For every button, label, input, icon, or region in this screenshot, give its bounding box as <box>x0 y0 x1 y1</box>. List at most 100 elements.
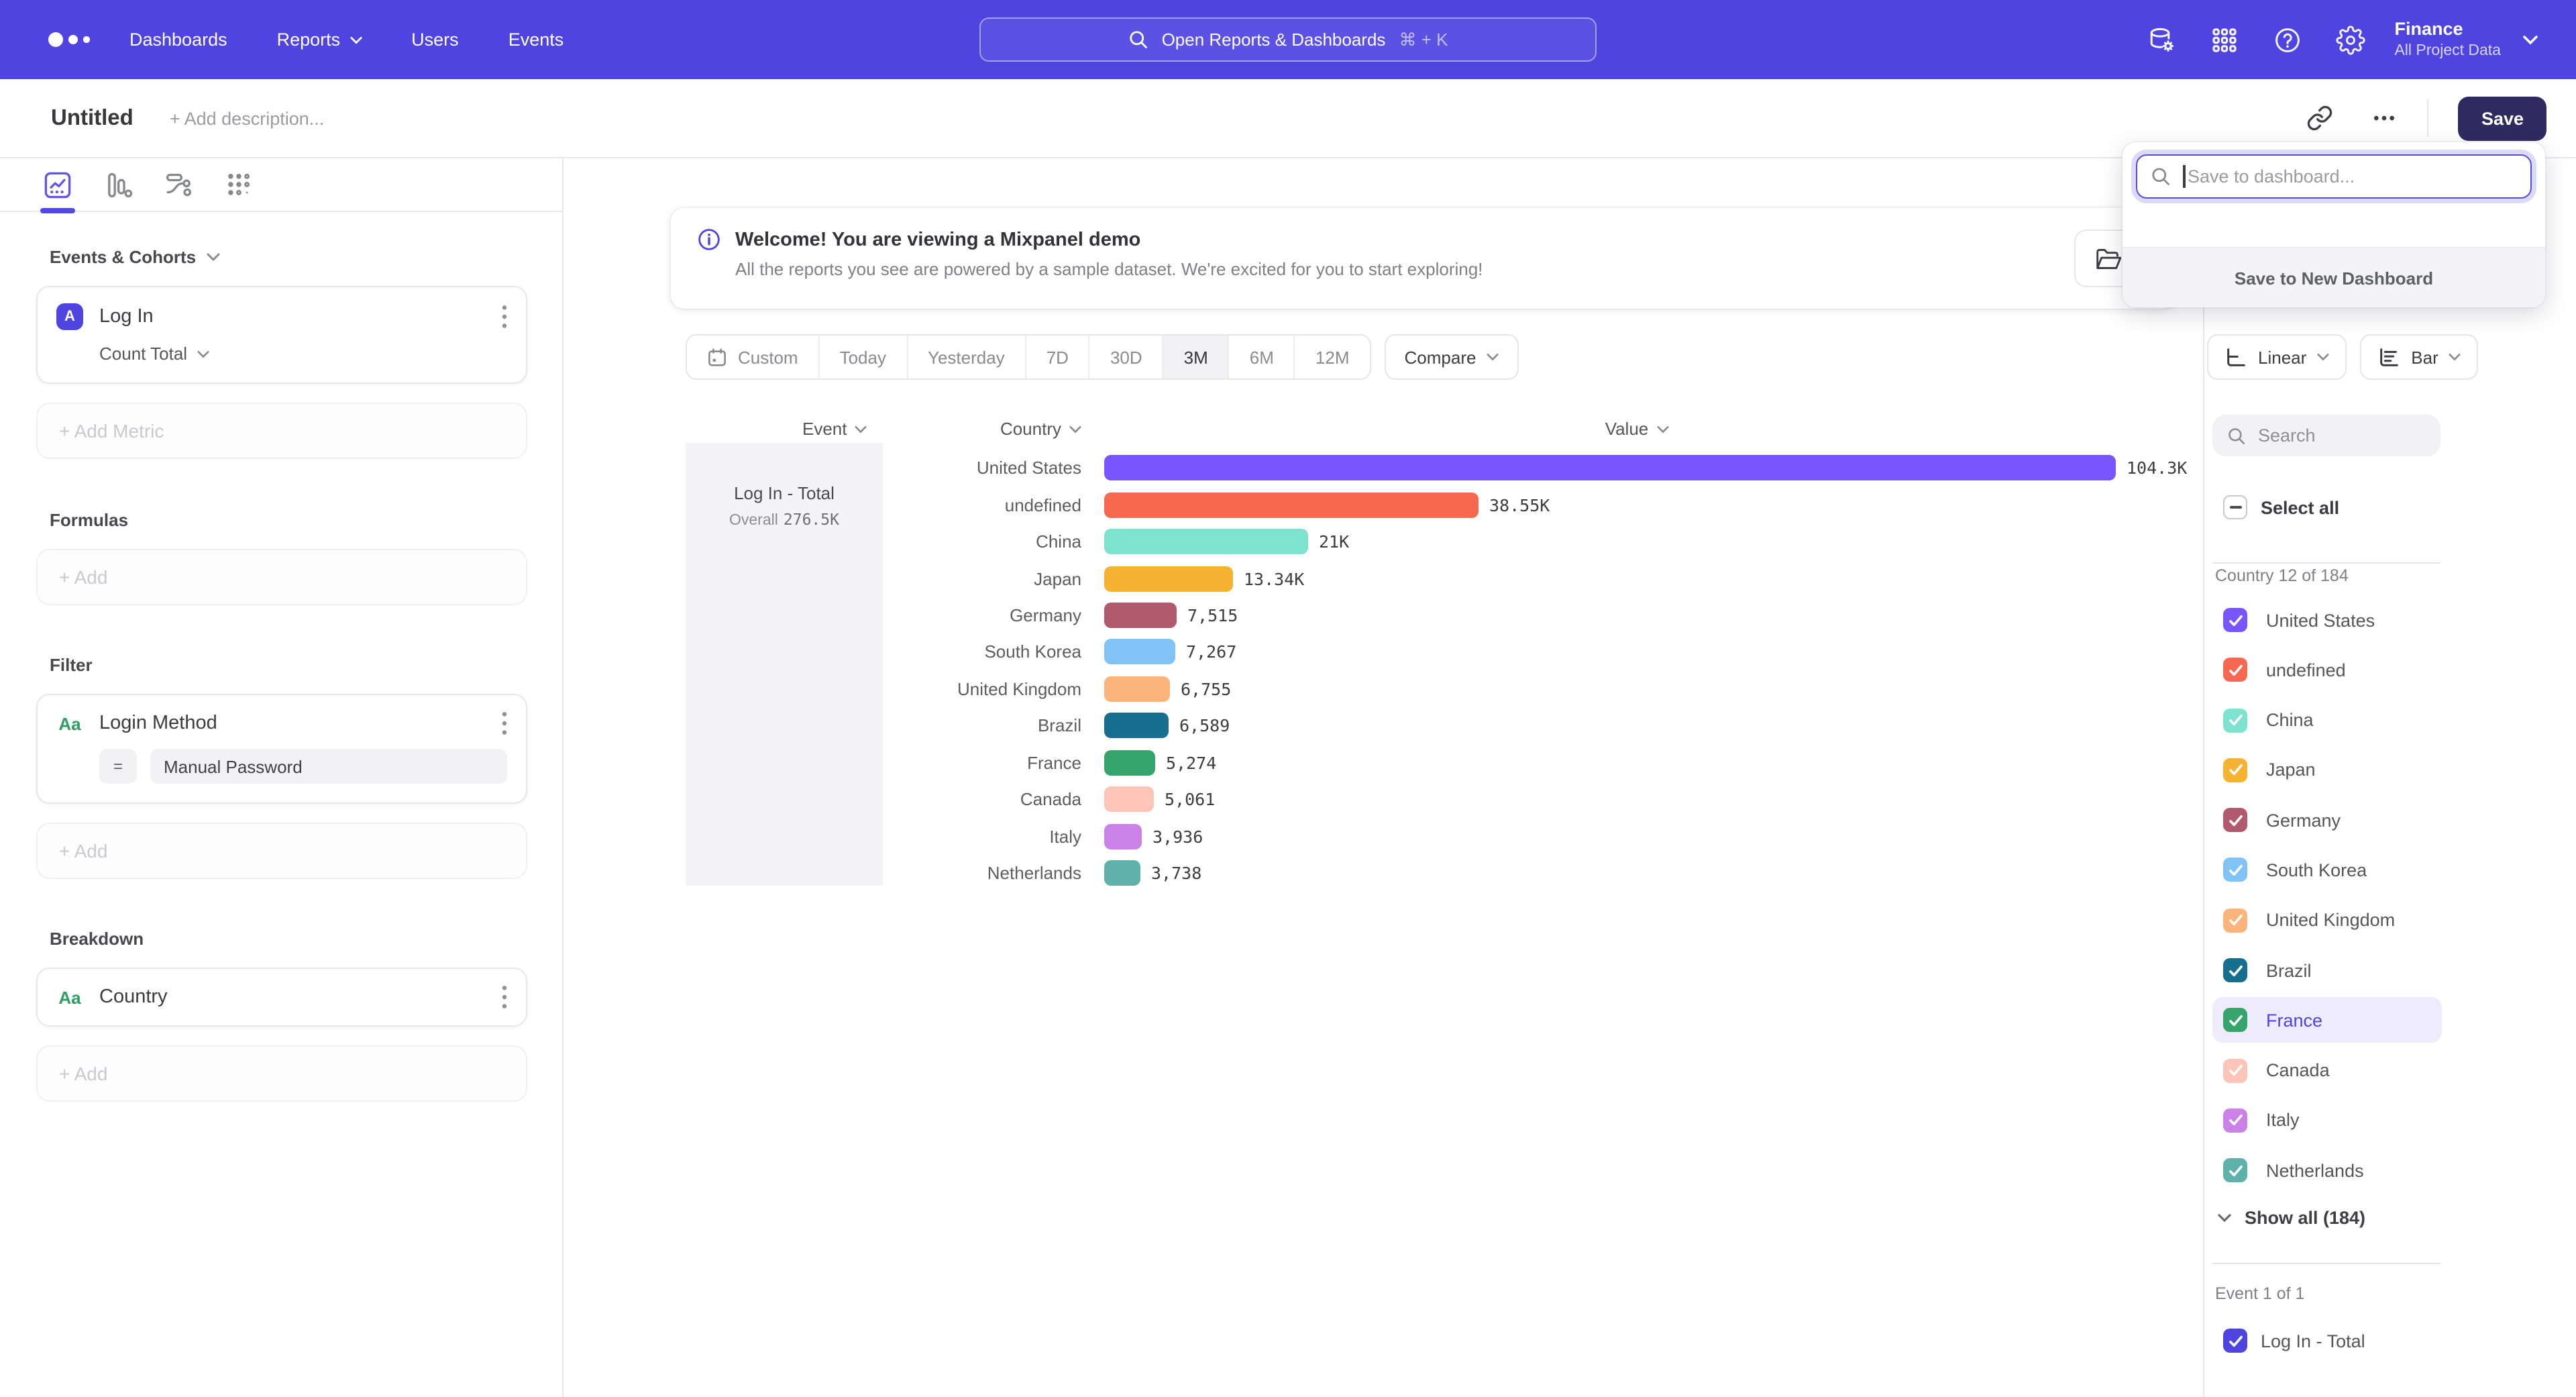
country-checkbox[interactable] <box>2223 1058 2247 1082</box>
add-metric-button[interactable]: + Add Metric <box>36 403 527 459</box>
country-label: undefined <box>2266 660 2346 680</box>
country-checkbox[interactable] <box>2223 758 2247 782</box>
tab-flows[interactable] <box>162 168 195 201</box>
add-filter-button[interactable]: + Add <box>36 823 527 879</box>
legend-country-item-italy[interactable]: Italy <box>2204 1098 2576 1148</box>
nav-item-events[interactable]: Events <box>508 30 564 50</box>
legend-country-item-united-kingdom[interactable]: United Kingdom <box>2204 898 2576 948</box>
bar[interactable] <box>1104 566 1233 591</box>
global-search-button[interactable]: Open Reports & Dashboards ⌘ + K <box>979 17 1597 62</box>
select-all-checkbox[interactable] <box>2223 495 2247 519</box>
bar[interactable] <box>1104 860 1140 886</box>
select-all-row[interactable]: Select all <box>2223 495 2339 519</box>
date-range-30d[interactable]: 30D <box>1089 335 1163 378</box>
add-description-button[interactable]: + Add description... <box>170 108 324 128</box>
legend-country-item-france[interactable]: France <box>2204 998 2576 1048</box>
apps-grid-icon[interactable] <box>2209 25 2239 54</box>
bar[interactable] <box>1104 529 1308 554</box>
search-shortcut: ⌘ + K <box>1399 29 1448 50</box>
legend-event-item[interactable]: Log In - Total <box>2223 1329 2365 1353</box>
legend-country-item-germany[interactable]: Germany <box>2204 797 2576 847</box>
tab-funnels[interactable] <box>102 168 134 201</box>
legend-country-item-united-states[interactable]: United States <box>2204 597 2576 648</box>
banner-title: Welcome! You are viewing a Mixpanel demo <box>735 229 1140 250</box>
settings-icon[interactable] <box>2335 25 2365 54</box>
filter-value-input[interactable]: Manual Password <box>150 749 507 784</box>
scale-selector-button[interactable]: Linear <box>2207 334 2347 380</box>
country-checkbox[interactable] <box>2223 1008 2247 1033</box>
mixpanel-logo-icon[interactable] <box>48 32 89 47</box>
date-range-6m[interactable]: 6M <box>1228 335 1294 378</box>
nav-item-dashboards[interactable]: Dashboards <box>129 30 227 50</box>
chevron-down-icon[interactable] <box>2522 34 2538 45</box>
date-range-yesterday[interactable]: Yesterday <box>906 335 1025 378</box>
bar[interactable] <box>1104 455 2116 480</box>
save-to-new-dashboard-button[interactable]: Save to New Dashboard <box>2123 247 2545 307</box>
bar[interactable] <box>1104 603 1177 628</box>
bar[interactable] <box>1104 749 1155 775</box>
date-range-7d[interactable]: 7D <box>1025 335 1089 378</box>
country-checkbox[interactable] <box>2223 1159 2247 1183</box>
more-options-icon[interactable] <box>2371 105 2398 132</box>
date-range-12m[interactable]: 12M <box>1294 335 1370 378</box>
report-title[interactable]: Untitled <box>51 105 133 131</box>
country-checkbox[interactable] <box>2223 858 2247 882</box>
column-header-country[interactable]: Country <box>979 419 1081 439</box>
bar[interactable] <box>1104 786 1154 812</box>
bar[interactable] <box>1104 713 1169 739</box>
metric-card-log-in[interactable]: A Log In Count Total <box>36 286 527 384</box>
bar[interactable] <box>1104 823 1142 849</box>
country-checkbox[interactable] <box>2223 658 2247 682</box>
date-range-today[interactable]: Today <box>818 335 906 378</box>
project-selector[interactable]: Finance All Project Data <box>2394 19 2501 61</box>
breakdown-card-country[interactable]: Aa Country <box>36 968 527 1027</box>
country-checkbox[interactable] <box>2223 808 2247 832</box>
help-icon[interactable] <box>2272 25 2302 54</box>
chevron-down-icon <box>2218 1213 2231 1223</box>
filter-operator[interactable]: = <box>99 749 137 784</box>
kebab-menu-icon[interactable] <box>502 305 507 329</box>
legend-search-input[interactable]: Search <box>2212 415 2440 456</box>
country-checkbox[interactable] <box>2223 608 2247 632</box>
data-gear-icon[interactable] <box>2146 25 2176 54</box>
legend-country-item-japan[interactable]: Japan <box>2204 747 2576 798</box>
add-formula-button[interactable]: + Add <box>36 549 527 605</box>
nav-item-reports[interactable]: Reports <box>277 30 362 50</box>
legend-country-item-china[interactable]: China <box>2204 697 2576 747</box>
add-breakdown-button[interactable]: + Add <box>36 1045 527 1102</box>
legend-country-item-undefined[interactable]: undefined <box>2204 648 2576 698</box>
bar[interactable] <box>1104 639 1175 665</box>
date-range-3m[interactable]: 3M <box>1163 335 1228 378</box>
bar[interactable] <box>1104 676 1170 702</box>
save-button[interactable]: Save <box>2459 96 2546 140</box>
chart-bar-row: China21K <box>564 523 2198 560</box>
filter-card-login-method[interactable]: Aa Login Method = Manual Password <box>36 694 527 804</box>
bar-value-label: 38.55K <box>1489 495 1550 515</box>
save-dashboard-search-input[interactable]: Save to dashboard... <box>2136 154 2532 199</box>
copy-link-icon[interactable] <box>2307 105 2334 132</box>
event-checkbox[interactable] <box>2223 1329 2247 1353</box>
country-label: United States <box>2266 610 2375 630</box>
nav-item-users[interactable]: Users <box>411 30 459 50</box>
bar[interactable] <box>1104 492 1479 517</box>
country-checkbox[interactable] <box>2223 909 2247 933</box>
legend-country-item-south-korea[interactable]: South Korea <box>2204 847 2576 898</box>
kebab-menu-icon[interactable] <box>502 985 507 1009</box>
country-checkbox[interactable] <box>2223 958 2247 982</box>
column-header-value[interactable]: Value <box>1556 419 1717 439</box>
tab-insights[interactable] <box>42 168 74 201</box>
compare-button[interactable]: Compare <box>1385 334 1519 380</box>
country-checkbox[interactable] <box>2223 708 2247 732</box>
chart-type-button[interactable]: Bar <box>2360 334 2478 380</box>
kebab-menu-icon[interactable] <box>502 711 507 735</box>
legend-country-item-netherlands[interactable]: Netherlands <box>2204 1148 2576 1198</box>
show-all-button[interactable]: Show all (184) <box>2218 1208 2365 1228</box>
country-checkbox[interactable] <box>2223 1108 2247 1133</box>
aggregation-selector[interactable]: Count Total <box>99 344 507 364</box>
events-cohorts-header[interactable]: Events & Cohorts <box>50 247 527 267</box>
legend-country-item-canada[interactable]: Canada <box>2204 1047 2576 1098</box>
column-header-event[interactable]: Event <box>802 419 867 439</box>
date-range-custom[interactable]: Custom <box>687 335 818 378</box>
legend-country-item-brazil[interactable]: Brazil <box>2204 947 2576 998</box>
tab-retention[interactable] <box>223 168 255 201</box>
